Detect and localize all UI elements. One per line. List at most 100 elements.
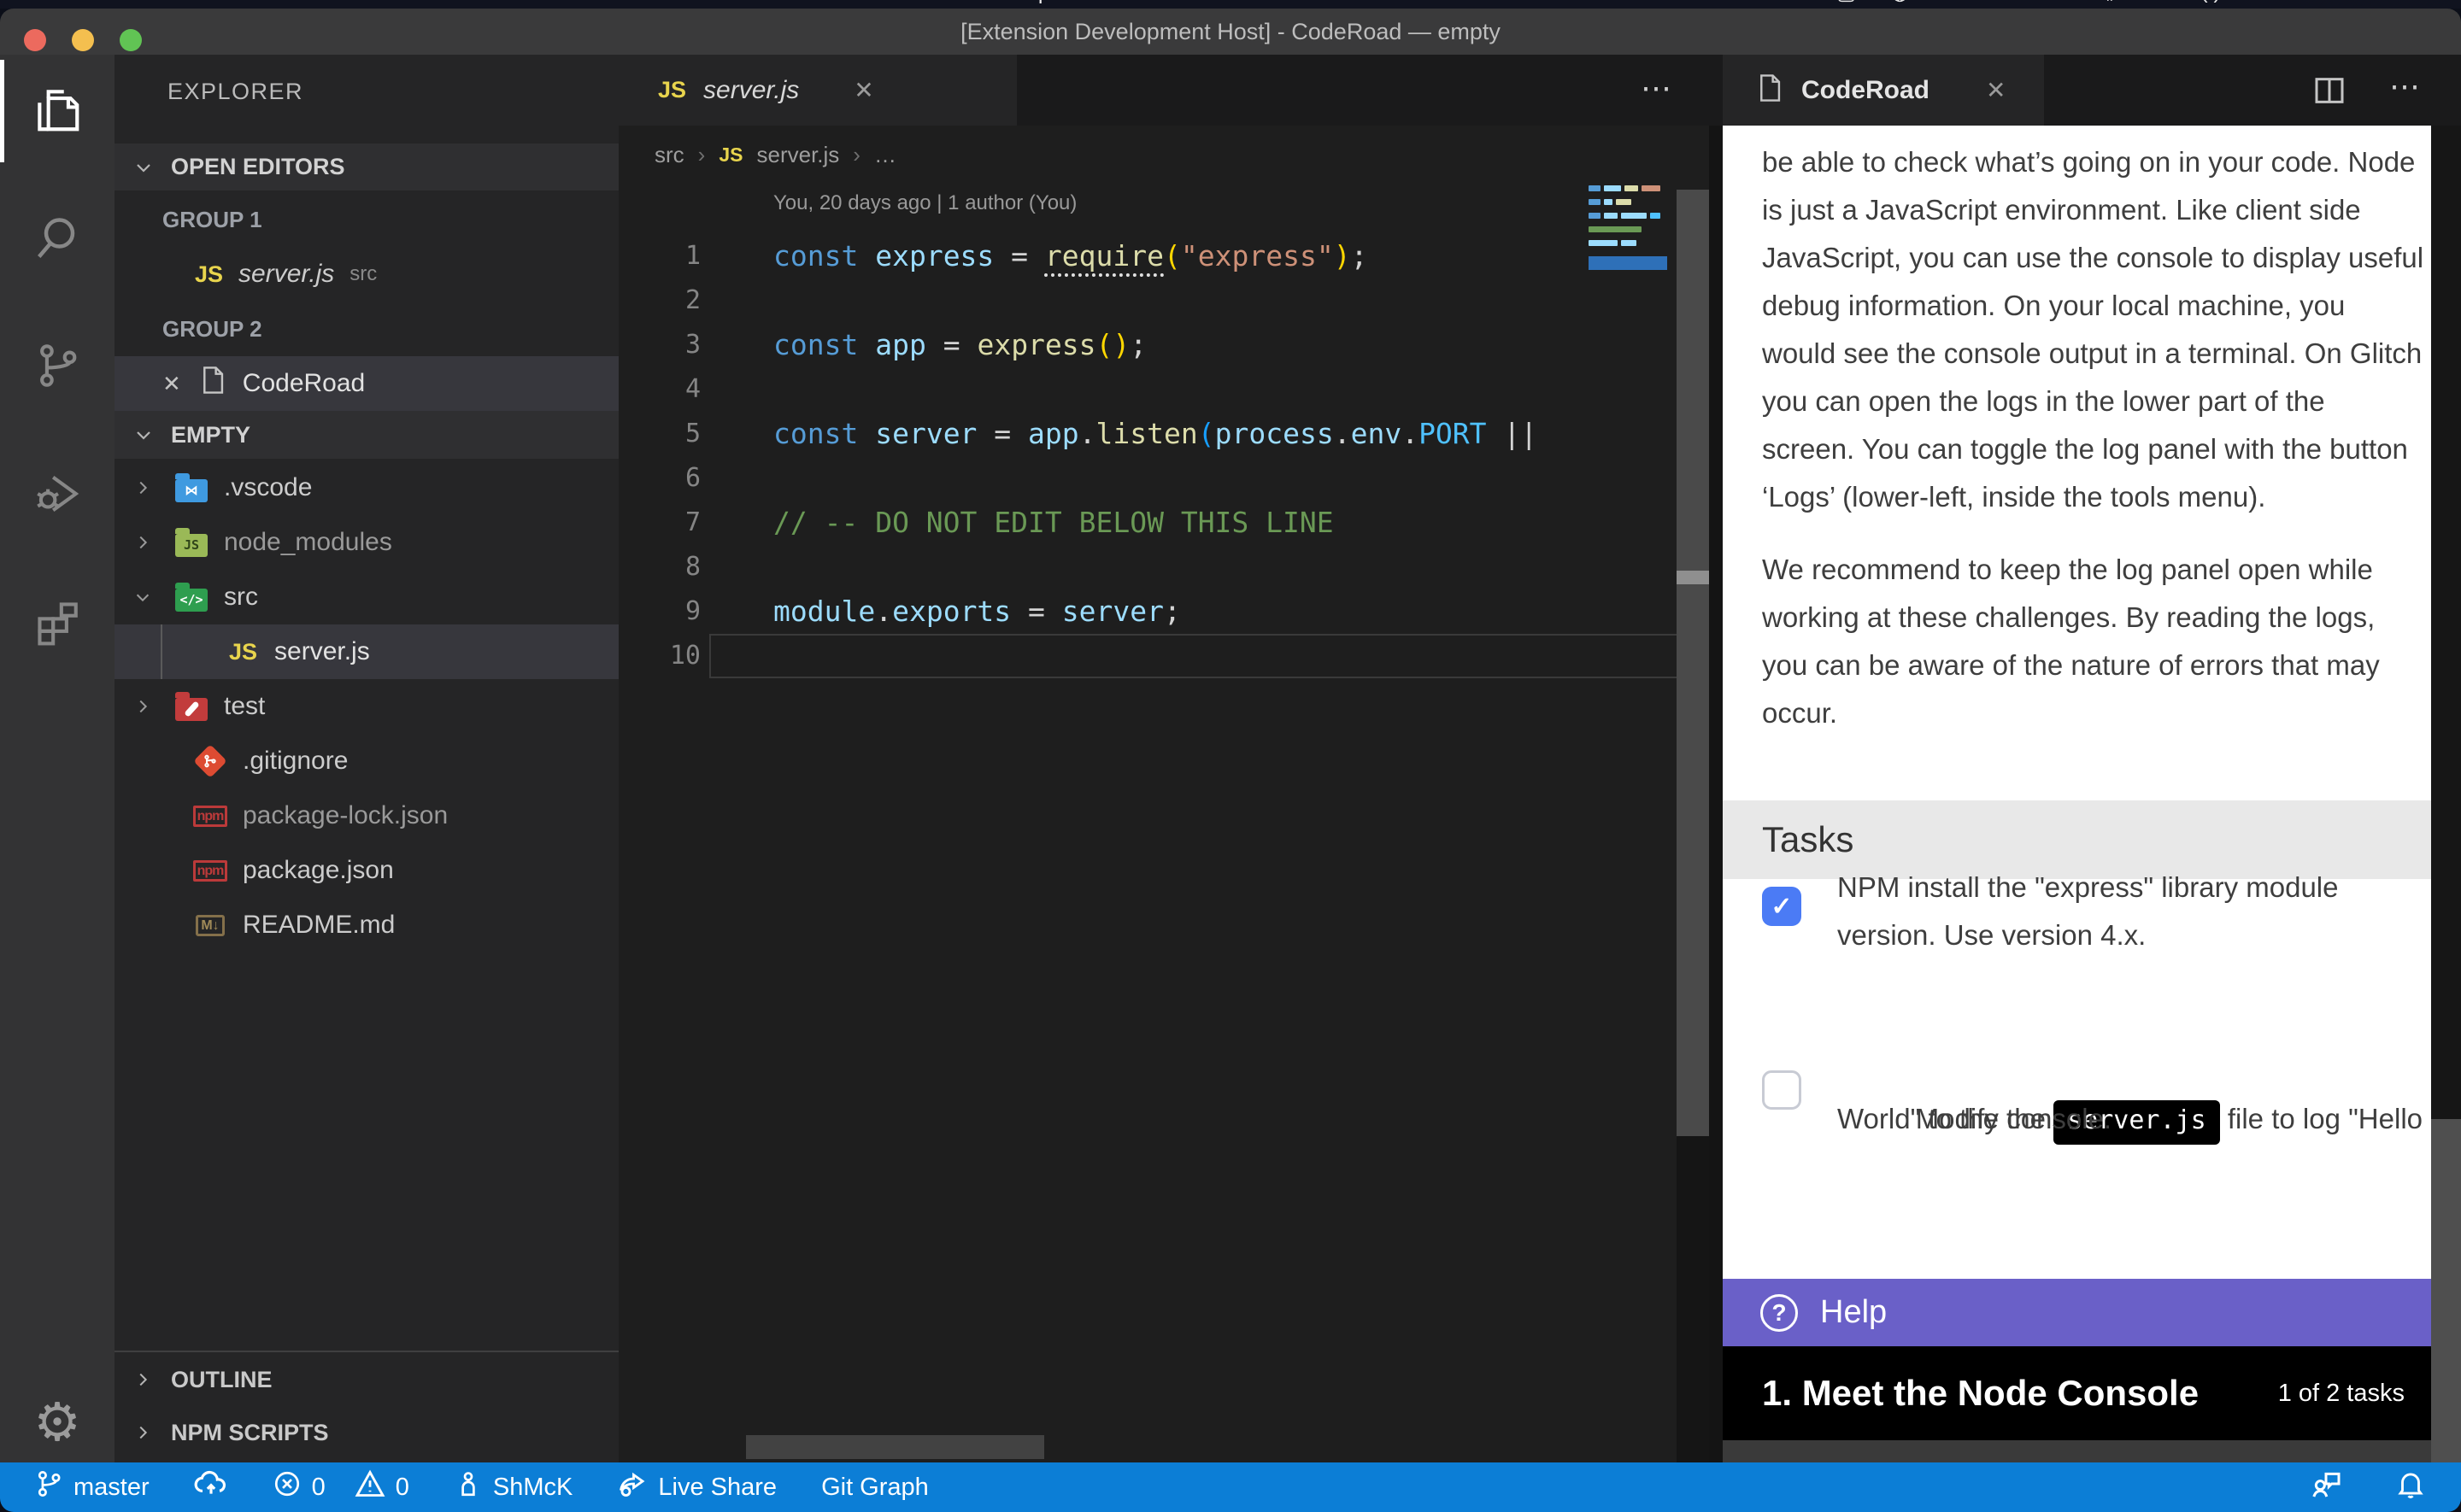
code-token: = bbox=[994, 417, 1028, 450]
settings-gear-button[interactable]: ⚙ bbox=[0, 1374, 115, 1468]
menu-item[interactable]: Code bbox=[126, 0, 177, 5]
tree-item-readme[interactable]: M↓ README.md bbox=[115, 898, 619, 952]
menu-item[interactable]: View bbox=[514, 0, 560, 5]
git-graph-button[interactable]: Git Graph bbox=[821, 1474, 929, 1502]
code-line: const express = require("express"); bbox=[773, 234, 1537, 278]
editor-panel-divider[interactable] bbox=[1709, 126, 1723, 1462]
menu-status-icon[interactable]: ➤ bbox=[1995, 0, 2013, 5]
editor-scrollbar-thumb[interactable] bbox=[1677, 571, 1709, 584]
test-folder-icon bbox=[171, 693, 212, 721]
notifications-button[interactable] bbox=[2394, 1467, 2427, 1508]
activity-bar: ⚙ bbox=[0, 55, 115, 1462]
lesson-text-line: you can open the logs in the lower part … bbox=[1762, 378, 2423, 425]
source-control-icon bbox=[32, 341, 82, 395]
tree-label: .vscode bbox=[224, 473, 312, 502]
close-icon[interactable]: ✕ bbox=[162, 371, 181, 397]
open-editor-serverjs[interactable]: JS server.js src bbox=[115, 247, 619, 302]
editor-scrollbar-track[interactable] bbox=[1677, 190, 1709, 1136]
tab-coderoad[interactable]: CodeRoad ✕ bbox=[1723, 55, 2044, 126]
tree-item-package[interactable]: npm package.json bbox=[115, 843, 619, 898]
editor-group: JS server.js ✕ ⋯ src › JS server.js › … … bbox=[619, 55, 1723, 1462]
breadcrumb-symbol[interactable]: … bbox=[874, 142, 896, 168]
tab-close-icon[interactable]: ✕ bbox=[854, 76, 873, 104]
outline-section-header[interactable]: OUTLINE bbox=[115, 1351, 619, 1407]
apple-menu-icon[interactable]: ⌘ bbox=[60, 0, 81, 5]
tree-item-test[interactable]: test bbox=[115, 679, 619, 734]
code-token: const bbox=[773, 417, 875, 450]
menu-item[interactable]: Selection bbox=[381, 0, 469, 5]
code-token: express bbox=[875, 239, 1011, 273]
js-file-icon: JS bbox=[658, 77, 686, 103]
panel-more-actions-button[interactable]: ⋯ bbox=[2389, 68, 2420, 104]
menu-item[interactable]: Go bbox=[604, 0, 632, 5]
live-share-button[interactable]: Live Share bbox=[617, 1468, 777, 1506]
menu-status-icon[interactable]: ▭ bbox=[2255, 0, 2276, 5]
task-2-text: Modify the server.js file to log "Hello … bbox=[1837, 1047, 2423, 1143]
webview-scrollbar-thumb[interactable] bbox=[2431, 1119, 2461, 1462]
problems-status[interactable]: 0 0 bbox=[273, 1468, 409, 1506]
git-branch-status[interactable]: master bbox=[34, 1469, 150, 1505]
split-editor-icon[interactable] bbox=[2312, 73, 2346, 112]
code-token: app bbox=[1028, 417, 1079, 450]
tree-item-package-lock[interactable]: npm package-lock.json bbox=[115, 788, 619, 843]
search-icon bbox=[32, 212, 83, 267]
breadcrumb-file[interactable]: server.js bbox=[756, 142, 839, 168]
menu-status-icon[interactable]: ◍ bbox=[1890, 0, 1909, 5]
line-number: 1 bbox=[632, 234, 701, 278]
tree-item-serverjs[interactable]: JS server.js bbox=[115, 624, 619, 679]
horizontal-scrollbar-thumb[interactable] bbox=[746, 1435, 1044, 1459]
menu-status-icon[interactable]: ▢ bbox=[1836, 0, 1857, 5]
menu-status-icon[interactable]: ¶ bbox=[2103, 0, 2114, 5]
title-bar[interactable]: [Extension Development Host] - CodeRoad … bbox=[0, 9, 2461, 55]
menu-item[interactable]: Run bbox=[677, 0, 716, 5]
extensions-activity-button[interactable] bbox=[0, 572, 115, 675]
macos-menu-bar: ⌘ Code File Edit Selection View Go Run Terminal… bbox=[0, 0, 2461, 9]
menu-status-icon[interactable]: ( ) bbox=[2200, 0, 2221, 5]
webview-scrollbar-track[interactable] bbox=[2431, 126, 2461, 1462]
outline-label: OUTLINE bbox=[171, 1367, 273, 1393]
help-bar[interactable]: ? Help bbox=[1723, 1279, 2461, 1346]
task-2-checkbox[interactable] bbox=[1762, 1070, 1801, 1110]
task-1-checkbox[interactable]: ✓ bbox=[1762, 887, 1801, 926]
lesson-footer[interactable]: 1. Meet the Node Console 1 of 2 tasks bbox=[1723, 1346, 2461, 1440]
tab-serverjs[interactable]: JS server.js ✕ bbox=[619, 55, 1017, 126]
source-control-activity-button[interactable] bbox=[0, 316, 115, 419]
open-editors-header[interactable]: OPEN EDITORS bbox=[115, 144, 619, 190]
code-content[interactable]: const express = require("express"); cons… bbox=[773, 234, 1537, 678]
menu-status-icon[interactable]: ▲ bbox=[2047, 0, 2069, 5]
tree-label: server.js bbox=[274, 637, 370, 666]
menu-item[interactable]: File bbox=[221, 0, 255, 5]
line-number: 7 bbox=[632, 501, 701, 545]
npm-scripts-section-header[interactable]: NPM SCRIPTS bbox=[115, 1405, 619, 1460]
chevron-right-icon bbox=[115, 478, 171, 497]
tree-item-vscode[interactable]: ⋈ .vscode bbox=[115, 460, 619, 515]
sync-changes-button[interactable] bbox=[194, 1467, 228, 1508]
menu-item[interactable]: Help bbox=[1006, 0, 1049, 5]
menu-item[interactable]: Terminal bbox=[761, 0, 841, 5]
menu-status-icon[interactable]: ⊙ bbox=[1943, 0, 1961, 5]
codelens-blame[interactable]: You, 20 days ago | 1 author (You) bbox=[773, 191, 1077, 215]
account-status[interactable]: ShMcK bbox=[454, 1469, 573, 1505]
menu-status-icon[interactable]: ⇣ bbox=[2148, 0, 2166, 5]
group-2-text: GROUP 2 bbox=[162, 316, 262, 343]
editor-more-actions-button[interactable]: ⋯ bbox=[1641, 70, 1671, 106]
code-line bbox=[773, 545, 1537, 589]
lesson-text-line: We recommend to keep the log panel open … bbox=[1762, 546, 2380, 594]
tree-item-node-modules[interactable]: JS node_modules bbox=[115, 515, 619, 570]
tree-item-gitignore[interactable]: .gitignore bbox=[115, 734, 619, 788]
menu-item[interactable]: Window bbox=[885, 0, 961, 5]
breadcrumb-folder[interactable]: src bbox=[655, 142, 684, 168]
run-debug-activity-button[interactable] bbox=[0, 444, 115, 547]
folder-section-header[interactable]: EMPTY bbox=[115, 411, 619, 459]
open-editor-coderoad[interactable]: ✕ CodeRoad bbox=[115, 356, 619, 411]
menu-item[interactable]: Edit bbox=[300, 0, 337, 5]
minimap[interactable] bbox=[1589, 185, 1667, 322]
code-token: server bbox=[1062, 595, 1164, 628]
tab-close-icon[interactable]: ✕ bbox=[1986, 76, 2006, 104]
explorer-activity-button[interactable] bbox=[0, 60, 115, 162]
search-activity-button[interactable] bbox=[0, 188, 115, 290]
feedback-button[interactable] bbox=[2309, 1467, 2343, 1508]
menu-clock[interactable]: Sat 9:45 PM bbox=[2309, 0, 2427, 5]
minimap-slider[interactable] bbox=[1589, 256, 1667, 270]
tree-item-src[interactable]: </> src bbox=[115, 570, 619, 624]
